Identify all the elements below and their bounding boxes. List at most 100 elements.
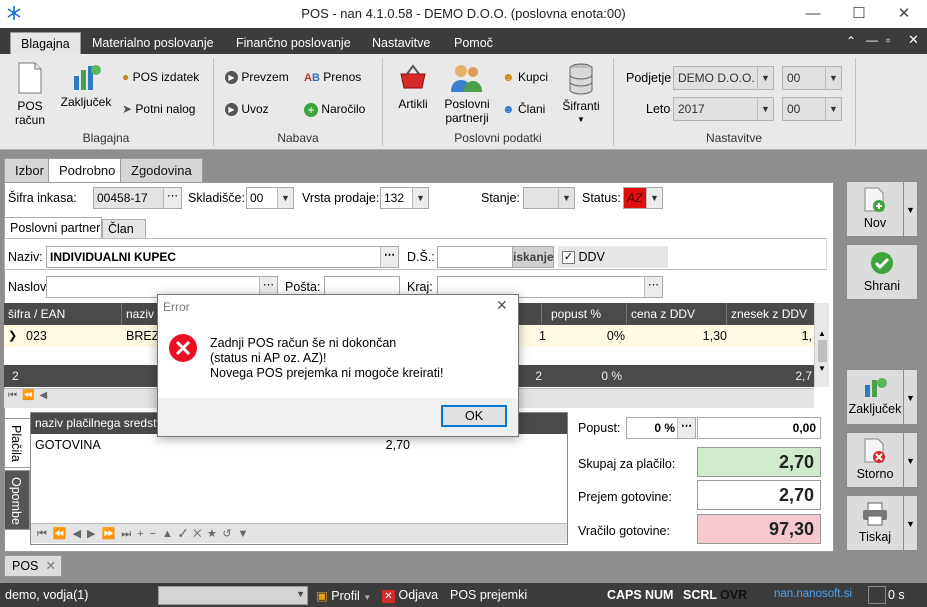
minimize-icon[interactable]: — <box>790 0 836 28</box>
tab-materialno-poslovanje[interactable]: Materialno poslovanje <box>82 32 224 54</box>
chevron-down-icon: ▼ <box>558 188 574 208</box>
kupci-button[interactable]: ☻ Kupci <box>502 67 548 87</box>
leto-select[interactable]: 2017 ▼ <box>673 97 774 121</box>
column-cena-z-ddv[interactable]: cena z DDV <box>627 303 727 325</box>
scroll-up-icon: ▲ <box>818 329 826 338</box>
vracilo-value: 97,30 <box>697 514 821 544</box>
ok-button[interactable]: OK <box>441 405 507 427</box>
shrani-button[interactable]: Shrani <box>846 244 918 300</box>
tab-podrobno[interactable]: Podrobno <box>48 158 127 182</box>
tab-zgodovina[interactable]: Zgodovina <box>120 158 203 182</box>
column-sifra-ean[interactable]: šifra / EAN <box>4 303 122 325</box>
profil-button[interactable]: ▣ Profil ▼ <box>316 588 371 603</box>
caps-indicator: CAPS <box>607 588 642 602</box>
tab-financno-poslovanje[interactable]: Finančno poslovanje <box>226 32 361 54</box>
popust-amount-field[interactable]: 0,00 <box>697 417 821 439</box>
payments-navigator-icon[interactable]: ⏮⏪◀▶⏩⏭+−▲✓✕★↺▼ <box>31 523 567 543</box>
tab-poslovni-partner[interactable]: Poslovni partner <box>4 217 102 238</box>
zakljucek-dropdown-icon[interactable]: ▼ <box>904 369 918 425</box>
sifra-inkasa-field[interactable]: 00458-17 ⋯ <box>93 187 182 209</box>
nov-dropdown-icon[interactable]: ▼ <box>904 181 918 237</box>
ellipsis-icon[interactable]: ⋯ <box>644 277 662 297</box>
podjetje-code-select[interactable]: 00 ▼ <box>782 66 842 90</box>
storno-dropdown-icon[interactable]: ▼ <box>904 432 918 488</box>
sifranti-button[interactable]: Šifranti ▼ <box>556 62 606 127</box>
tab-pomoc[interactable]: Pomoč <box>444 32 503 54</box>
coins-icon: ● <box>122 70 130 84</box>
ribbon-minimize-icon[interactable]: ⌃ <box>846 34 856 48</box>
close-icon[interactable]: ✕ <box>881 0 927 28</box>
close-tab-icon[interactable]: ✕ <box>46 556 56 576</box>
num-indicator: NUM <box>645 588 674 602</box>
column-znesek-z-ddv[interactable]: znesek z DDV <box>727 303 814 325</box>
pos-izdatek-button[interactable]: ● POS izdatek <box>122 67 199 87</box>
site-link[interactable]: nan.nanosoft.si <box>774 588 852 600</box>
ellipsis-icon[interactable]: ⋯ <box>380 247 398 267</box>
chevron-down-icon: ▼ <box>412 188 428 208</box>
payment-name[interactable]: GOTOVINA <box>35 438 101 452</box>
tab-placila[interactable]: Plačila <box>4 418 30 468</box>
status-select[interactable]: AZ ▼ <box>623 187 663 209</box>
doc-tab-pos[interactable]: POS ✕ <box>4 555 62 577</box>
chevron-down-icon: ▼ <box>363 593 372 602</box>
uvoz-button[interactable]: ▶ Uvoz <box>225 99 269 119</box>
iskanje-button[interactable]: iskanje <box>512 247 554 267</box>
chevron-down-icon: ▼ <box>825 67 841 89</box>
zakljucek-ribbon-button[interactable]: Zaključek <box>58 62 114 109</box>
dialog-close-icon[interactable]: ✕ <box>496 297 508 314</box>
grid-vertical-scrollbar[interactable]: ▲ ▼ <box>814 303 829 387</box>
vrsta-prodaje-label: Vrsta prodaje: <box>302 191 380 205</box>
poslovni-partnerji-button[interactable]: Poslovni partnerji <box>440 62 494 125</box>
prejem-field[interactable]: 2,70 <box>697 480 821 510</box>
narocilo-button[interactable]: + Naročilo <box>304 99 365 119</box>
skladisce-select[interactable]: 00 ▼ <box>246 187 294 209</box>
status-combo[interactable]: ▼ <box>158 586 308 605</box>
ellipsis-icon[interactable]: ⋯ <box>163 188 181 208</box>
tab-nastavitve[interactable]: Nastavitve <box>362 32 440 54</box>
odjava-button[interactable]: ✕ Odjava <box>382 588 438 603</box>
cell-popust: 0% <box>606 329 625 343</box>
skladisce-label: Skladišče: <box>188 191 245 205</box>
ribbon-restore-icon[interactable]: — <box>866 33 878 47</box>
payment-amount[interactable]: 2,70 <box>340 438 410 452</box>
tiskaj-button[interactable]: Tiskaj <box>846 495 904 551</box>
status-module: POS prejemki <box>450 588 528 602</box>
stanje-select[interactable]: ▼ <box>523 187 575 209</box>
popust-pct-field[interactable]: 0 % ⋯ <box>626 417 696 439</box>
prenos-button[interactable]: AB Prenos <box>304 67 361 87</box>
ddv-zavezanec-checkbox[interactable]: ✓ DDV zavezanec <box>558 246 668 286</box>
ds-field[interactable]: iskanje <box>437 246 554 268</box>
ribbon-close-icon[interactable]: ✕ <box>908 32 919 48</box>
maximize-icon[interactable]: ☐ <box>836 0 882 28</box>
person-icon: ☻ <box>502 102 515 116</box>
tab-blagajna[interactable]: Blagajna <box>10 32 81 54</box>
clani-button[interactable]: ☻ Člani <box>502 99 545 119</box>
podjetje-select[interactable]: DEMO D.O.O. ▼ <box>673 66 774 90</box>
column-popust[interactable]: popust % <box>547 303 627 325</box>
skupaj-value: 2,70 <box>697 447 821 477</box>
cell-kolicina: 1 <box>539 329 546 343</box>
vrsta-prodaje-select[interactable]: 132 ▼ <box>380 187 429 209</box>
ribbon-float-icon[interactable]: ▫ <box>886 33 890 47</box>
add-icon: + <box>304 102 318 117</box>
vracilo-label: Vračilo gotovine: <box>578 524 670 538</box>
tab-clan[interactable]: Član <box>102 219 146 238</box>
navigator-buttons-icon[interactable]: ⏮⏪◀ <box>8 390 52 401</box>
naziv-field[interactable]: INDIVIDUALNI KUPEC ⋯ <box>46 246 399 268</box>
tiskaj-dropdown-icon[interactable]: ▼ <box>904 495 918 551</box>
zakljucek-button[interactable]: Zaključek <box>846 369 904 425</box>
potni-nalog-button[interactable]: ➤ Potni nalog <box>122 99 195 119</box>
group-label-nabava: Nabava <box>277 131 319 145</box>
lock-icon: ▣ <box>316 589 328 603</box>
leto-code-select[interactable]: 00 ▼ <box>782 97 842 121</box>
nov-button[interactable]: Nov <box>846 181 904 237</box>
chevron-down-icon: ▼ <box>757 98 773 120</box>
storno-button[interactable]: Storno <box>846 432 904 488</box>
prevzem-button[interactable]: ▶ Prevzem <box>225 67 289 87</box>
chevron-down-icon: ▼ <box>646 188 662 208</box>
cancel-document-icon <box>864 438 885 463</box>
chevron-down-icon: ▼ <box>277 188 293 208</box>
pos-racun-button[interactable]: POS račun <box>8 62 52 127</box>
artikli-button[interactable]: Artikli <box>390 62 436 111</box>
tab-opombe[interactable]: Opombe <box>4 470 30 530</box>
